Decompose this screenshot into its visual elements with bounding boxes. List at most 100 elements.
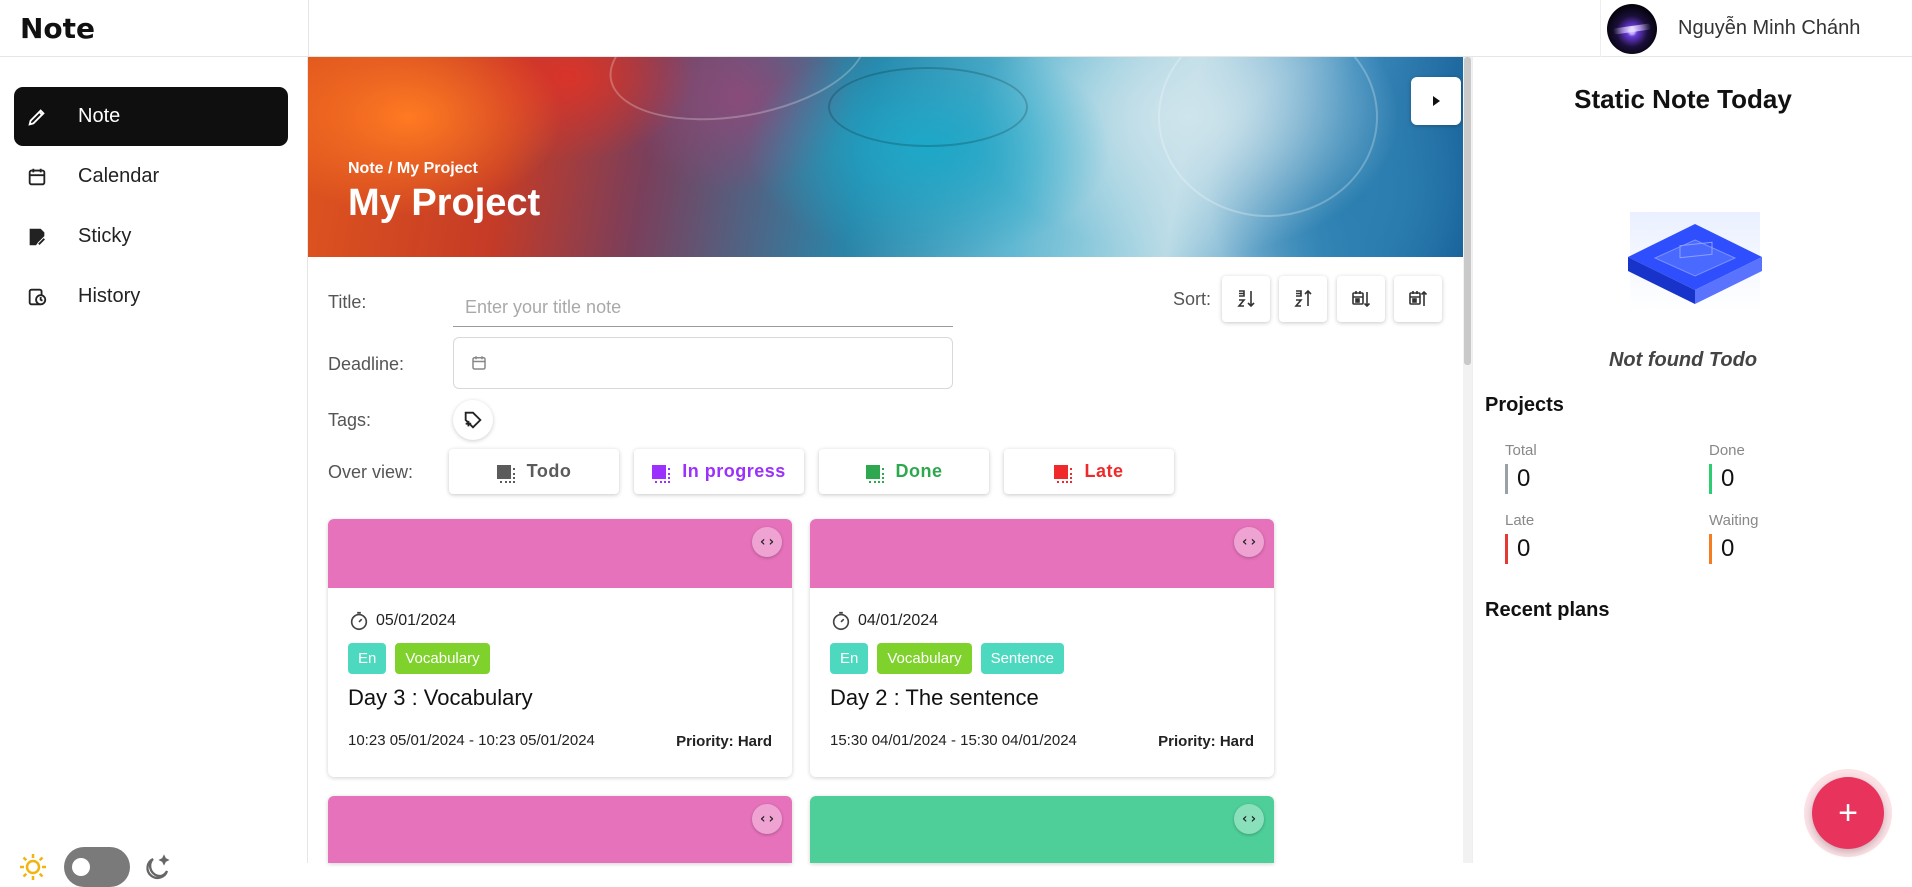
stat-value: 0 — [1517, 465, 1531, 492]
card-header — [328, 796, 792, 863]
sort-az-icon — [1237, 290, 1255, 308]
toggle-panel-button[interactable] — [1411, 77, 1461, 125]
card-header — [810, 796, 1274, 863]
sidebar-item-history[interactable]: History — [14, 267, 288, 326]
add-tag-button[interactable] — [453, 400, 493, 440]
sort-date-desc-button[interactable] — [1394, 276, 1442, 322]
tags-label: Tags: — [328, 410, 372, 430]
card-code-button[interactable]: ‹› — [1234, 804, 1264, 834]
tag-en[interactable]: En — [830, 643, 869, 674]
in-progress-status-icon — [652, 464, 671, 483]
sidebar-item-note[interactable]: Note — [14, 87, 288, 146]
overview-label-done: Done — [895, 461, 943, 481]
overview-done-button[interactable]: Done — [819, 449, 989, 494]
calendar-icon — [472, 356, 486, 370]
sidebar-item-sticky[interactable]: Sticky — [14, 207, 288, 266]
theme-toggle[interactable] — [64, 847, 130, 887]
add-note-button[interactable]: + — [1812, 777, 1884, 849]
stat-bar — [1709, 464, 1712, 494]
card-time-range: 15:30 04/01/2024 - 15:30 04/01/2024 — [830, 732, 1077, 749]
tag-vocabulary[interactable]: Vocabulary — [395, 643, 490, 674]
card-code-button[interactable]: ‹› — [752, 804, 782, 834]
sort-za-icon — [1294, 289, 1312, 307]
note-card[interactable]: ‹› — [328, 796, 792, 863]
note-card[interactable]: ‹› 04/01/2024 En Vocabulary Sentence Day… — [810, 519, 1274, 777]
breadcrumb[interactable]: Note / My Project — [348, 160, 478, 178]
sidebar-item-label: Note — [78, 105, 121, 127]
tag-vocabulary[interactable]: Vocabulary — [877, 643, 972, 674]
title-input[interactable] — [453, 289, 953, 327]
topbar-divider — [308, 0, 309, 57]
banner-decoration — [1158, 57, 1378, 217]
user-menu[interactable]: Nguyễn Minh Chánh — [1600, 0, 1912, 57]
toggle-knob — [72, 858, 90, 876]
projects-title: Projects — [1485, 394, 1564, 416]
sun-icon — [20, 854, 46, 880]
card-priority: Priority: Hard — [676, 733, 772, 750]
theme-switcher — [18, 847, 178, 887]
card-date: 04/01/2024 — [830, 610, 938, 632]
page-title: My Project — [348, 182, 541, 224]
empty-state-text: Not found Todo — [1608, 349, 1758, 371]
banner-decoration — [828, 67, 1028, 147]
avatar[interactable] — [1607, 3, 1657, 54]
card-date-text: 04/01/2024 — [858, 612, 939, 629]
title-label: Title: — [328, 292, 367, 312]
stats-title: Static Note Today — [1574, 84, 1792, 114]
stats-panel: Static Note Today Not found Todo Project… — [1472, 57, 1912, 863]
stat-value: 0 — [1721, 465, 1735, 492]
sidebar-item-label: History — [78, 285, 141, 307]
timer-icon — [350, 611, 368, 631]
overview-in-progress-button[interactable]: In progress — [634, 449, 804, 494]
sort-date-asc-button[interactable] — [1337, 276, 1385, 322]
empty-box-illustration — [1628, 212, 1762, 312]
calendar-icon — [26, 166, 48, 188]
add-tag-icon — [464, 411, 482, 429]
sort-date-asc-icon — [1352, 291, 1371, 308]
card-code-button[interactable]: ‹› — [1234, 527, 1264, 557]
card-time-range: 10:23 05/01/2024 - 10:23 05/01/2024 — [348, 732, 595, 749]
stat-done: Done 0 — [1709, 442, 1859, 494]
overview-label-todo: Todo — [526, 461, 572, 481]
card-tags: En Vocabulary Sentence — [830, 643, 1064, 674]
sidebar-item-calendar[interactable]: Calendar — [14, 147, 288, 206]
card-title: Day 3 : Vocabulary — [348, 685, 533, 710]
card-title: Day 2 : The sentence — [830, 685, 1039, 710]
code-icon: ‹› — [1240, 534, 1258, 550]
stat-bar — [1505, 534, 1508, 564]
stat-label: Late — [1505, 512, 1535, 529]
code-icon: ‹› — [758, 534, 776, 550]
stat-waiting: Waiting 0 — [1709, 512, 1859, 564]
code-icon: ‹› — [758, 811, 776, 827]
stat-total: Total 0 — [1505, 442, 1655, 494]
user-name[interactable]: Nguyễn Minh Chánh — [1678, 17, 1860, 40]
note-card[interactable]: ‹› — [810, 796, 1274, 863]
sort-label: Sort: — [1173, 289, 1212, 309]
top-bar: Note Nguyễn Minh Chánh — [0, 0, 1912, 57]
timer-icon — [832, 611, 850, 631]
deadline-picker[interactable] — [453, 337, 953, 389]
plus-icon: + — [1838, 793, 1858, 832]
tag-en[interactable]: En — [348, 643, 387, 674]
history-icon — [26, 286, 48, 308]
stat-label: Done — [1709, 442, 1745, 459]
sidebar-item-label: Calendar — [78, 165, 160, 187]
note-card[interactable]: ‹› 05/01/2024 En Vocabulary Day 3 : Voca… — [328, 519, 792, 777]
sort-date-desc-icon — [1409, 290, 1428, 306]
overview-todo-button[interactable]: Todo — [449, 449, 619, 494]
deadline-label: Deadline: — [328, 354, 405, 374]
card-priority: Priority: Hard — [1158, 733, 1254, 750]
late-status-icon — [1054, 464, 1073, 483]
overview-late-button[interactable]: Late — [1004, 449, 1174, 494]
recent-plans-title: Recent plans — [1485, 599, 1610, 621]
main-scrollbar[interactable] — [1463, 57, 1472, 863]
overview-label: Over view: — [328, 462, 414, 482]
stat-label: Total — [1505, 442, 1537, 459]
card-tags: En Vocabulary — [348, 643, 490, 674]
scrollbar-thumb[interactable] — [1464, 57, 1471, 365]
sort-az-button[interactable] — [1222, 276, 1270, 322]
sort-za-button[interactable] — [1279, 276, 1327, 322]
card-code-button[interactable]: ‹› — [752, 527, 782, 557]
tag-sentence[interactable]: Sentence — [980, 643, 1064, 674]
moon-icon — [146, 854, 170, 880]
